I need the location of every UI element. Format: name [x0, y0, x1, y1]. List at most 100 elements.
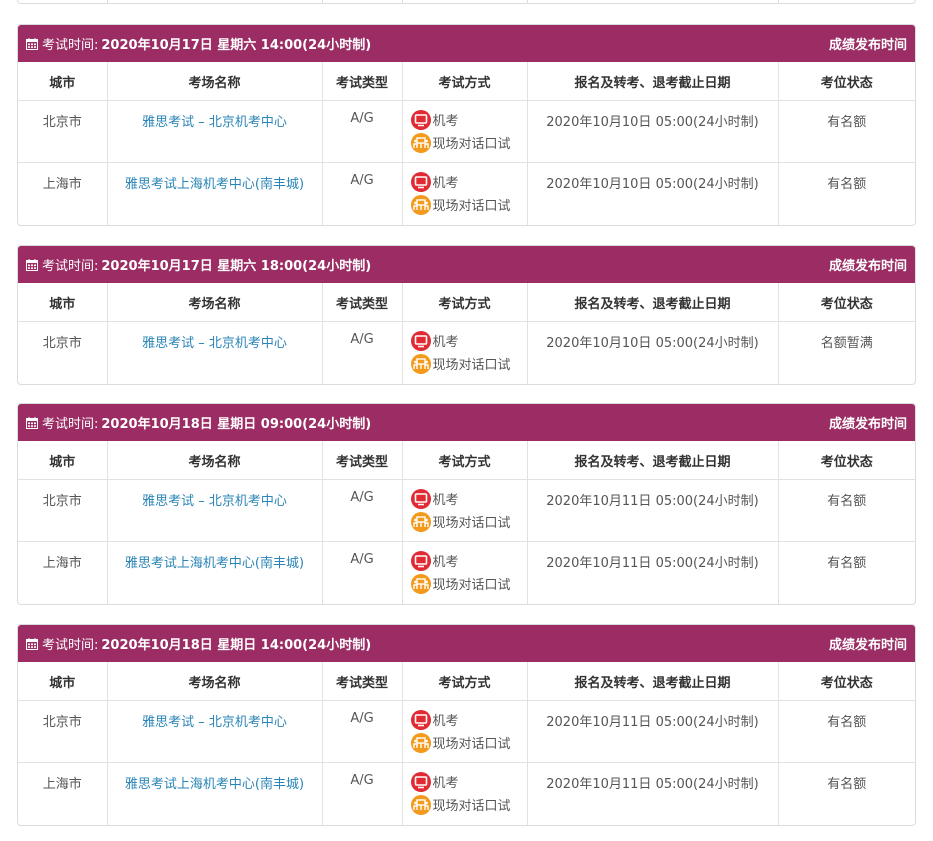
exam-type-cell: A/G: [322, 541, 403, 604]
venue-link[interactable]: 雅思考试 – 北京机考中心: [107, 700, 323, 763]
column-header: 报名及转考、退考截止日期: [527, 62, 779, 101]
exam-session-panel: 考试时间: 2020年10月17日 星期六 14:00(24小时制) 成绩发布时间城…: [17, 24, 916, 226]
exam-method-cell: 机考 现场对话口试: [402, 479, 528, 542]
column-header: 考位状态: [778, 441, 915, 480]
deadline-cell: 2020年10月11日 05:00(24小时制): [527, 762, 779, 825]
session-header: 考试时间: 2020年10月17日 星期六 18:00(24小时制) 成绩发布时间: [18, 246, 915, 283]
city-cell: 北京市: [18, 479, 108, 542]
venue-link[interactable]: 雅思考试上海机考中心(南丰城): [107, 762, 323, 825]
column-header: 考试方式: [402, 283, 528, 322]
table-header-row: 城市 考场名称 考试类型 考试方式 报名及转考、退考截止日期 考位状态: [18, 283, 915, 322]
column-header: 报名及转考、退考截止日期: [527, 283, 779, 322]
city-cell: 北京市: [18, 700, 108, 763]
exam-method-cell: 机考 现场对话口试: [402, 321, 528, 384]
venue-link[interactable]: 雅思考试上海机考中心(南丰城): [107, 162, 323, 225]
column-header: 考场名称: [107, 662, 323, 701]
face-to-face-icon: [410, 194, 431, 215]
deadline-cell: 2020年10月10日 05:00(24小时制): [527, 321, 779, 384]
city-cell: 上海市: [18, 541, 108, 604]
calendar-icon: [26, 637, 38, 650]
column-header: 考场名称: [107, 441, 323, 480]
city-cell: 北京市: [18, 100, 108, 163]
method-speaking-label: 现场对话口试: [432, 358, 511, 373]
exam-session-panel: 考试时间: 2020年10月17日 星期六 18:00(24小时制) 成绩发布时间城…: [17, 245, 916, 385]
table-row: 上海市 雅思考试上海机考中心(南丰城) A/G 机考 现场对话口试 2020年10月11日…: [18, 762, 915, 825]
column-header: 考场名称: [107, 283, 323, 322]
computer-icon: [410, 550, 431, 571]
exam-type-cell: A/G: [322, 762, 403, 825]
exam-time-value: 2020年10月18日 星期日 14:00(24小时制): [101, 638, 372, 653]
deadline-cell: 2020年10月11日 05:00(24小时制): [527, 700, 779, 763]
result-release-link[interactable]: 成绩发布时间: [829, 255, 907, 274]
method-speaking-label: 现场对话口试: [432, 137, 511, 152]
computer-icon: [410, 109, 431, 130]
seat-status-cell: 有名额: [778, 700, 915, 763]
column-header: 考试方式: [402, 662, 528, 701]
calendar-icon: [26, 258, 38, 271]
seat-status-cell: 有名额: [778, 100, 915, 163]
column-header: 考位状态: [778, 283, 915, 322]
exam-session-panel: 考试时间: 2020年10月18日 星期日 14:00(24小时制) 成绩发布时间城…: [17, 624, 916, 826]
deadline-cell: 2020年10月11日 05:00(24小时制): [527, 541, 779, 604]
method-speaking-label: 现场对话口试: [432, 516, 511, 531]
face-to-face-icon: [410, 511, 431, 532]
result-release-link[interactable]: 成绩发布时间: [829, 413, 907, 432]
face-to-face-icon: [410, 573, 431, 594]
table-row: 北京市 雅思考试 – 北京机考中心 A/G 机考 现场对话口试 2020年10月11日 0…: [18, 479, 915, 542]
method-speaking-label: 现场对话口试: [432, 199, 511, 214]
result-release-link[interactable]: 成绩发布时间: [829, 34, 907, 53]
exam-type-cell: A/G: [322, 162, 403, 225]
computer-icon: [410, 488, 431, 509]
column-header: 考位状态: [778, 62, 915, 101]
result-release-link[interactable]: 成绩发布时间: [829, 634, 907, 653]
table-header-row: 城市 考场名称 考试类型 考试方式 报名及转考、退考截止日期 考位状态: [18, 62, 915, 101]
method-speaking-label: 现场对话口试: [432, 737, 511, 752]
column-header: 城市: [18, 441, 108, 480]
method-computer-label: 机考: [432, 714, 459, 729]
session-table: 城市 考场名称 考试类型 考试方式 报名及转考、退考截止日期 考位状态 北京市 雅思考试 – …: [18, 62, 915, 225]
session-header: 考试时间: 2020年10月18日 星期日 09:00(24小时制) 成绩发布时间: [18, 404, 915, 441]
method-computer-label: 机考: [432, 776, 459, 791]
column-header: 城市: [18, 662, 108, 701]
exam-method-cell: 机考 现场对话口试: [402, 700, 528, 763]
method-computer-label: 机考: [432, 555, 459, 570]
column-header: 考场名称: [107, 62, 323, 101]
column-header: 考试类型: [322, 62, 403, 101]
face-to-face-icon: [410, 132, 431, 153]
session-table: 城市 考场名称 考试类型 考试方式 报名及转考、退考截止日期 考位状态 北京市 雅思考试 – …: [18, 283, 915, 384]
method-computer-label: 机考: [432, 114, 459, 129]
method-computer-label: 机考: [432, 176, 459, 191]
previous-panel-bottom: [17, 0, 916, 4]
table-row: 上海市 雅思考试上海机考中心(南丰城) A/G 机考 现场对话口试 2020年10月11日…: [18, 541, 915, 604]
column-header: 城市: [18, 62, 108, 101]
session-header: 考试时间: 2020年10月18日 星期日 14:00(24小时制) 成绩发布时间: [18, 625, 915, 662]
exam-type-cell: A/G: [322, 479, 403, 542]
computer-icon: [410, 171, 431, 192]
exam-type-cell: A/G: [322, 100, 403, 163]
deadline-cell: 2020年10月10日 05:00(24小时制): [527, 100, 779, 163]
method-computer-label: 机考: [432, 335, 459, 350]
column-header: 考试方式: [402, 441, 528, 480]
column-header: 城市: [18, 283, 108, 322]
exam-method-cell: 机考 现场对话口试: [402, 100, 528, 163]
computer-icon: [410, 771, 431, 792]
face-to-face-icon: [410, 794, 431, 815]
seat-status-cell: 有名额: [827, 177, 867, 192]
venue-link[interactable]: 雅思考试上海机考中心(南丰城): [107, 541, 323, 604]
exam-time-label: 考试时间:: [42, 638, 99, 653]
exam-time-label: 考试时间:: [42, 259, 99, 274]
column-header: 考试类型: [322, 662, 403, 701]
face-to-face-icon: [410, 732, 431, 753]
city-cell: 上海市: [18, 162, 108, 225]
venue-link[interactable]: 雅思考试 – 北京机考中心: [107, 479, 323, 542]
column-header: 考位状态: [778, 662, 915, 701]
venue-link[interactable]: 雅思考试 – 北京机考中心: [107, 321, 323, 384]
exam-type-cell: A/G: [322, 321, 403, 384]
venue-link[interactable]: 雅思考试 – 北京机考中心: [107, 100, 323, 163]
table-header-row: 城市 考场名称 考试类型 考试方式 报名及转考、退考截止日期 考位状态: [18, 441, 915, 480]
table-row: 上海市 雅思考试上海机考中心(南丰城) A/G 机考 现场对话口试 2020年10月10日…: [18, 162, 915, 225]
exam-method-cell: 机考 现场对话口试: [402, 762, 528, 825]
city-cell: 上海市: [18, 762, 108, 825]
column-header: 考试方式: [402, 62, 528, 101]
method-speaking-label: 现场对话口试: [432, 799, 511, 814]
